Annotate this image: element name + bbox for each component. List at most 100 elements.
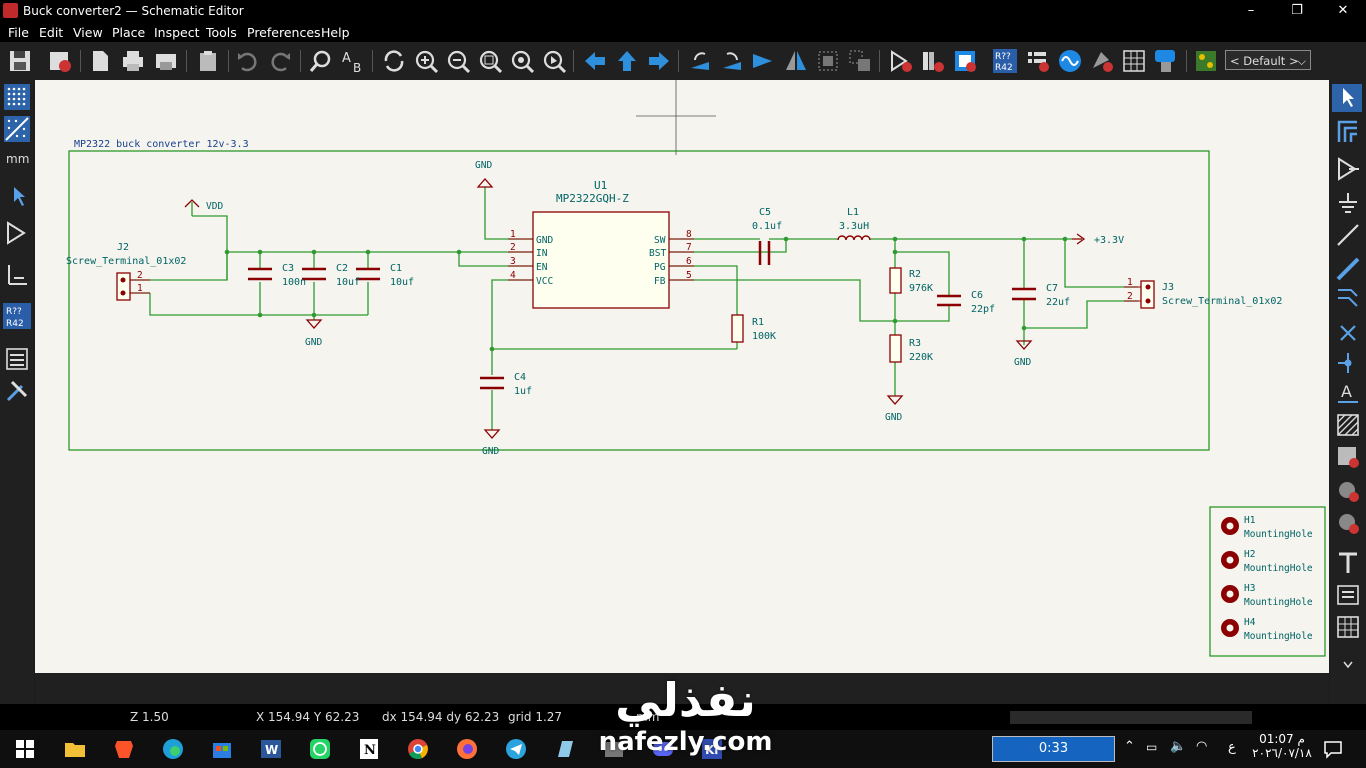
capacitor-c6[interactable] (937, 294, 961, 307)
whatsapp-icon[interactable] (307, 737, 333, 761)
zoom-objects-icon[interactable] (509, 48, 535, 74)
capacitor-c5[interactable] (758, 241, 771, 265)
menu-preferences[interactable]: Preferences (247, 25, 321, 40)
volume-icon[interactable]: 🔈 (1170, 739, 1186, 754)
telegram-icon[interactable] (503, 737, 529, 761)
scroll-down-icon[interactable] (1342, 660, 1354, 670)
update-symbols-icon[interactable] (847, 48, 873, 74)
footprint-table-icon[interactable] (1089, 48, 1115, 74)
kicad-pcb-icon[interactable] (1193, 48, 1219, 74)
windows-start-icon[interactable] (12, 737, 38, 761)
mounting-hole-h1[interactable] (1221, 517, 1239, 535)
symbol-browser-icon[interactable] (920, 48, 946, 74)
menu-tools[interactable]: Tools (206, 25, 237, 40)
text-box-icon[interactable] (1335, 582, 1361, 608)
file-explorer-icon[interactable] (62, 737, 88, 761)
add-wire-icon[interactable] (1335, 222, 1361, 248)
net-label-icon[interactable]: A (1335, 380, 1361, 406)
firefox-icon[interactable] (454, 737, 480, 761)
menu-view[interactable]: View (73, 25, 103, 40)
resistor-r2[interactable] (889, 267, 902, 294)
battery-icon[interactable]: ▭ (1146, 740, 1157, 754)
grid-dots-icon[interactable] (4, 84, 30, 110)
symbol-editor-icon[interactable] (888, 48, 914, 74)
menu-edit[interactable]: Edit (39, 25, 63, 40)
find-icon[interactable] (308, 48, 334, 74)
notion-icon[interactable]: N (356, 737, 382, 761)
save-icon[interactable] (7, 48, 33, 74)
resistor-r1[interactable] (731, 314, 744, 343)
annotation-icon[interactable]: R?? R42 (2, 302, 32, 330)
zoom-in-icon[interactable] (413, 48, 439, 74)
undo-icon[interactable] (234, 48, 260, 74)
capacitor-c4[interactable] (480, 376, 504, 390)
connector-j2[interactable] (116, 272, 150, 301)
menu-inspect[interactable]: Inspect (154, 25, 200, 40)
chevron-up-icon[interactable]: ⌃ (1124, 739, 1135, 754)
cursor-icon[interactable] (4, 184, 30, 210)
no-connect-icon[interactable] (1335, 320, 1361, 346)
resistor-r3[interactable] (889, 334, 902, 363)
inductor-l1[interactable] (837, 235, 871, 241)
hier-label-icon[interactable] (1335, 510, 1361, 536)
wire-entry-icon[interactable] (1335, 286, 1361, 312)
store-icon[interactable] (209, 737, 235, 761)
grid-overrides-icon[interactable] (4, 116, 30, 142)
clock[interactable]: 01:07 م ٢٠٢٦/٠٧/١٨ (1250, 732, 1314, 760)
timer-widget[interactable]: 0:33 (992, 736, 1115, 762)
global-label-icon[interactable] (1335, 478, 1361, 504)
zoom-fit-icon[interactable] (477, 48, 503, 74)
highlight-net-icon[interactable] (1335, 118, 1361, 144)
navigate-back-icon[interactable] (582, 48, 608, 74)
hier-sheet-icon[interactable] (1335, 412, 1361, 438)
zoom-tool-icon[interactable] (541, 48, 567, 74)
close-button[interactable]: ✕ (1320, 0, 1366, 22)
chrome-icon[interactable] (405, 737, 431, 761)
netclass-icon[interactable] (4, 262, 30, 288)
simulator-icon[interactable] (1025, 48, 1051, 74)
schematic-canvas[interactable]: MP2322 buck converter 12v-3.3 VDD GND GN… (35, 80, 1329, 673)
mirror-h-icon[interactable] (783, 48, 809, 74)
mounting-hole-h4[interactable] (1221, 619, 1239, 637)
units-label[interactable]: mm (6, 152, 29, 166)
page-settings-icon[interactable] (87, 48, 113, 74)
notification-icon[interactable] (1322, 738, 1344, 760)
mirror-v-icon[interactable] (750, 48, 776, 74)
select-icon[interactable] (1332, 84, 1362, 112)
properties-icon[interactable] (4, 346, 30, 372)
import-sheet-pin-icon[interactable] (1335, 444, 1361, 470)
zoom-out-icon[interactable] (445, 48, 471, 74)
bom-icon[interactable] (1121, 48, 1147, 74)
settings-icon[interactable] (4, 378, 30, 404)
find-replace-icon[interactable]: AB (340, 48, 366, 74)
text-icon[interactable] (1335, 550, 1361, 576)
add-symbol-icon[interactable] (1335, 156, 1361, 182)
annotate-icon[interactable] (952, 48, 978, 74)
maximize-button[interactable]: ❐ (1274, 0, 1320, 22)
schematic-setup-icon[interactable] (47, 48, 73, 74)
add-bus-icon[interactable] (1335, 256, 1361, 282)
menu-place[interactable]: Place (112, 25, 145, 40)
rotate-ccw-icon[interactable] (687, 48, 713, 74)
add-power-icon[interactable] (1335, 190, 1361, 216)
mounting-hole-h2[interactable] (1221, 551, 1239, 569)
ic-u1[interactable] (508, 211, 694, 309)
mounting-hole-h3[interactable] (1221, 585, 1239, 603)
paste-icon[interactable] (195, 48, 221, 74)
menu-help[interactable]: Help (321, 25, 350, 40)
print-icon[interactable] (120, 48, 146, 74)
redo-icon[interactable] (268, 48, 294, 74)
erc-icon[interactable]: R??R42 (992, 48, 1018, 74)
word-icon[interactable]: W (258, 737, 284, 761)
navigate-up-icon[interactable] (614, 48, 640, 74)
brave-icon[interactable] (111, 737, 137, 761)
pcb-editor-icon[interactable] (1153, 48, 1179, 74)
edge-icon[interactable] (160, 737, 186, 761)
capacitor-c7[interactable] (1012, 287, 1036, 301)
menu-file[interactable]: File (8, 25, 29, 40)
wifi-icon[interactable]: ◠ (1196, 739, 1207, 754)
notes-icon[interactable] (552, 737, 578, 761)
edit-symbol-icon[interactable] (815, 48, 841, 74)
rotate-cw-icon[interactable] (719, 48, 745, 74)
footprint-assign-icon[interactable] (1057, 48, 1083, 74)
